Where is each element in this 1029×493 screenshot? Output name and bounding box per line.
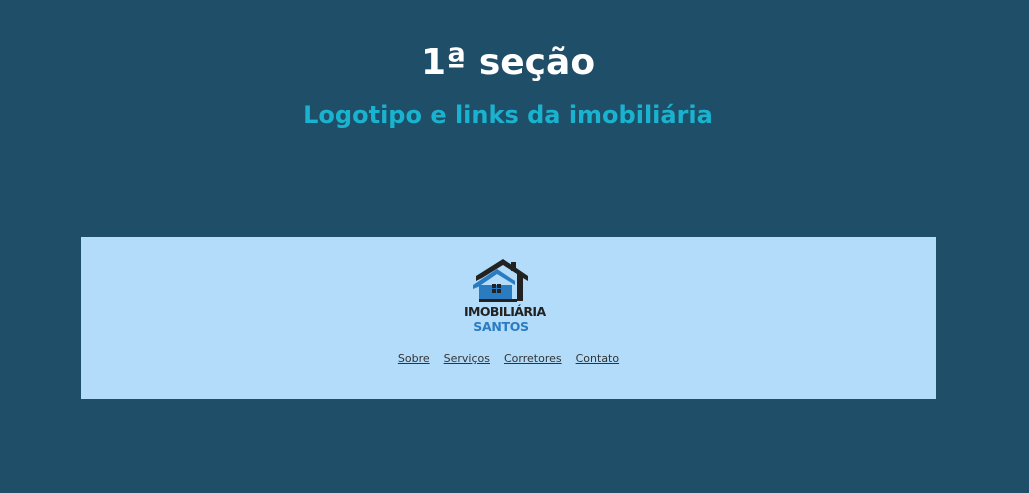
slide-subtitle: Logotipo e links da imobiliária bbox=[303, 101, 713, 129]
site-header: IMOBILIÁRIA SANTOS Sobre Serviços Corretor… bbox=[81, 237, 936, 399]
nav-link-servicos[interactable]: Serviços bbox=[444, 352, 490, 366]
header-nav: Sobre Serviços Corretores Contato bbox=[81, 352, 936, 366]
logo-text-line2: SANTOS bbox=[473, 319, 529, 334]
house-icon bbox=[473, 259, 528, 302]
nav-link-sobre[interactable]: Sobre bbox=[398, 352, 430, 366]
nav-link-contato[interactable]: Contato bbox=[576, 352, 619, 366]
nav-link-corretores[interactable]: Corretores bbox=[504, 352, 562, 366]
logo-text-line1: IMOBILIÁRIA bbox=[464, 304, 546, 319]
company-logo[interactable]: IMOBILIÁRIA SANTOS bbox=[464, 257, 546, 335]
slide-title: 1ª seção bbox=[420, 42, 596, 83]
